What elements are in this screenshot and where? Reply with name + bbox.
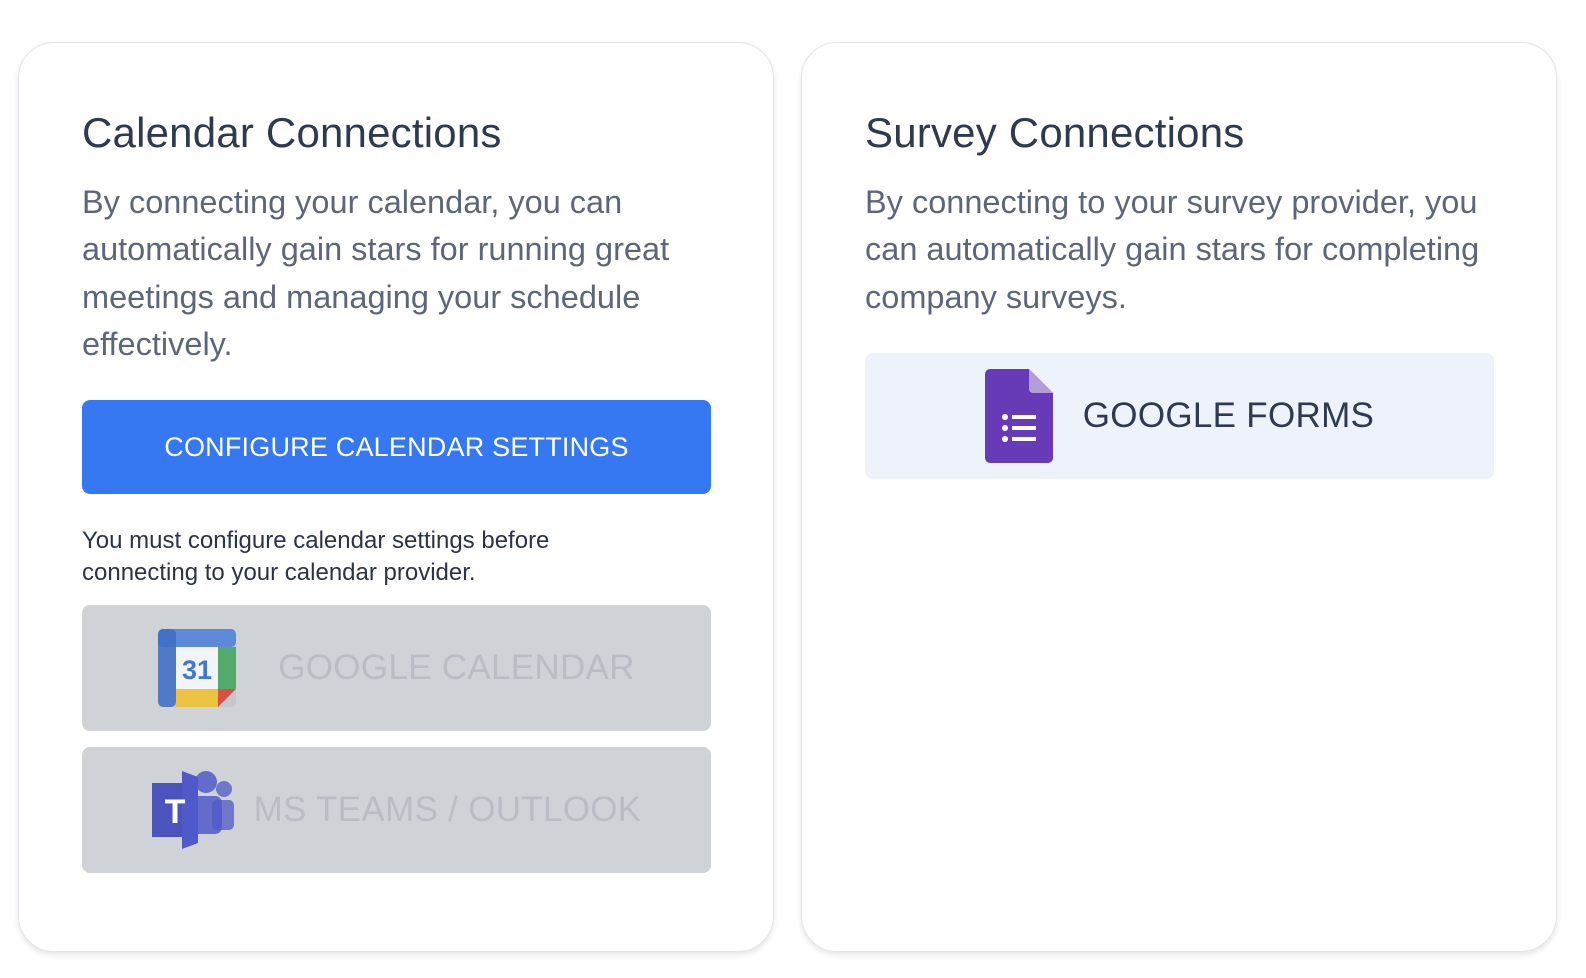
google-forms-button[interactable]: GOOGLE FORMS	[865, 353, 1494, 479]
google-calendar-icon: 31	[158, 629, 237, 707]
ms-teams-outlook-button[interactable]: T MS TEAMS / OUTLOOK	[82, 747, 711, 873]
survey-card-title: Survey Connections	[865, 109, 1245, 156]
calendar-config-note: You must configure calendar settings bef…	[82, 527, 550, 586]
google-forms-icon	[984, 369, 1053, 463]
calendar-card-description: By connecting your calendar, you can aut…	[82, 184, 670, 362]
google-calendar-label: GOOGLE CALENDAR	[278, 648, 635, 687]
ms-teams-outlook-label: MS TEAMS / OUTLOOK	[253, 790, 642, 829]
ms-teams-icon-letter: T	[164, 793, 185, 831]
survey-connections-card: Survey Connections By connecting to your…	[801, 42, 1557, 952]
survey-card-description: By connecting to your survey provider, y…	[865, 184, 1480, 315]
google-calendar-button[interactable]: 31 GOOGLE CALENDAR	[82, 605, 711, 731]
calendar-card-title: Calendar Connections	[82, 109, 502, 156]
calendar-connections-card: Calendar Connections By connecting your …	[18, 42, 774, 952]
google-calendar-icon-day: 31	[182, 655, 212, 685]
configure-calendar-settings-button[interactable]: CONFIGURE CALENDAR SETTINGS	[82, 400, 711, 494]
ms-teams-icon: T	[151, 769, 236, 851]
google-forms-label: GOOGLE FORMS	[1082, 396, 1375, 435]
